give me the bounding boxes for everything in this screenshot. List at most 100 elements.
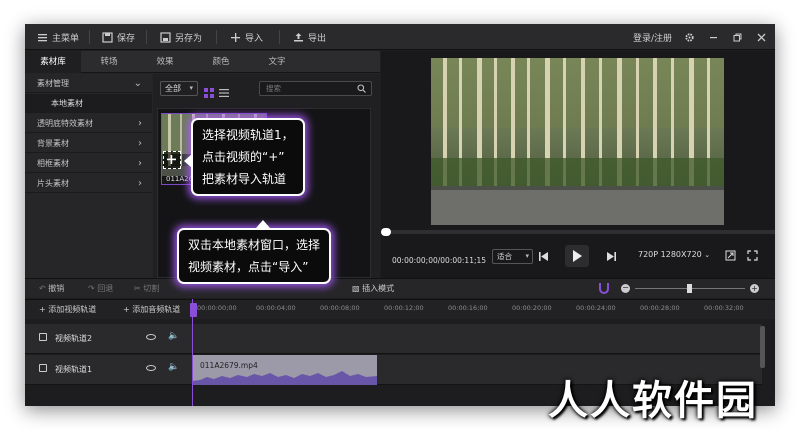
search-input[interactable]: 搜索 <box>259 81 372 96</box>
sidebar-item-label: 本地素材 <box>51 99 83 108</box>
clip-label: 011A2679.mp4 <box>200 361 258 370</box>
timeline-scrollbar[interactable] <box>760 326 765 368</box>
undo-label: 撤销 <box>48 284 65 293</box>
callout-import-hint: 双击本地素材窗口，选择 视频素材，点击“导入” <box>177 228 332 284</box>
fullscreen-icon[interactable] <box>747 250 758 261</box>
callout-line: 把素材导入轨道 <box>202 172 287 186</box>
track-name: 视频轨道1 <box>55 365 93 374</box>
tab-effects[interactable]: 效果 <box>137 51 193 73</box>
video-clip[interactable]: 011A2679.mp4 <box>192 355 377 385</box>
volume-icon[interactable]: 🔈 <box>168 331 179 341</box>
list-view-icon[interactable] <box>219 83 229 97</box>
zoom-in-icon[interactable]: + <box>750 284 759 293</box>
track-header-video2: 视频轨道2 🔈 <box>25 324 190 354</box>
sidebar-item-background[interactable]: 背景素材 › <box>25 134 152 153</box>
lock-icon[interactable] <box>39 333 47 341</box>
seek-bar[interactable] <box>381 228 775 236</box>
add-to-track-plus-icon[interactable] <box>163 151 181 169</box>
tab-materials[interactable]: 素材库 <box>25 51 81 73</box>
settings-button[interactable] <box>684 24 695 50</box>
sidebar-item-transparent[interactable]: 透明底特效素材 › <box>25 114 152 133</box>
chevron-down-icon: ▾ <box>189 84 193 92</box>
save-button[interactable]: 保存 <box>102 24 135 50</box>
play-button[interactable] <box>565 245 589 267</box>
filter-dropdown[interactable]: 全部 ▾ <box>160 81 198 96</box>
tab-text[interactable]: 文字 <box>249 51 305 73</box>
eye-icon[interactable] <box>146 365 156 371</box>
previous-frame-icon[interactable] <box>538 251 549 262</box>
close-icon <box>757 33 766 41</box>
ruler-tick: 00:00:20;00 <box>512 304 552 312</box>
sidebar-item-manage[interactable]: 素材管理 ⌄ <box>25 74 152 93</box>
editor-window: 主菜单 保存 另存为 导入 导出 登录/注册 素材库 转场 效果 颜色 文字 素… <box>25 24 775 406</box>
minimize-icon <box>710 36 717 38</box>
magnet-icon[interactable] <box>599 283 609 294</box>
import-button[interactable]: 导入 <box>230 24 263 50</box>
eye-icon[interactable] <box>146 334 156 340</box>
callout-add-to-track: 选择视频轨道1， 点击视频的“+” 把素材导入轨道 <box>191 118 305 196</box>
ruler-tick: 00:00:04;00 <box>256 304 296 312</box>
ruler-tick: 00:00:28;00 <box>640 304 680 312</box>
undo-button[interactable]: ↶ 撤销 <box>39 279 64 299</box>
tab-colors[interactable]: 颜色 <box>193 51 249 73</box>
zoom-out-icon[interactable]: − <box>621 284 630 293</box>
minimize-button[interactable] <box>708 24 719 50</box>
cut-button[interactable]: ✂ 切割 <box>134 279 159 299</box>
save-as-button[interactable]: 另存为 <box>160 24 202 50</box>
track-header-video1: 视频轨道1 🔈 <box>25 355 190 385</box>
redo-button[interactable]: ↷ 回退 <box>88 279 113 299</box>
callout-pointer <box>256 220 270 228</box>
sidebar-item-frame[interactable]: 相框素材 › <box>25 154 152 173</box>
panel-tabs: 素材库 转场 效果 颜色 文字 <box>25 51 380 73</box>
zoom-slider[interactable]: − + <box>621 279 761 299</box>
import-label: 导入 <box>245 33 264 44</box>
resolution-select[interactable]: 720P 1280X720 ⌄ <box>638 250 710 259</box>
track-lane-video2[interactable] <box>190 324 762 354</box>
track-name: 视频轨道2 <box>55 334 93 343</box>
ruler-tick: 00:00:00;00 <box>197 304 237 312</box>
grid-view-icon[interactable] <box>204 83 214 98</box>
chevron-down-icon: ▾ <box>525 252 529 260</box>
search-icon <box>357 84 366 93</box>
search-placeholder: 搜索 <box>266 84 281 93</box>
main-menu-label: 主菜单 <box>52 33 80 44</box>
zoom-handle[interactable] <box>687 284 692 293</box>
material-sidebar: 素材管理 ⌄ 本地素材 透明底特效素材 › 背景素材 › 相框素材 › 片头素材… <box>25 74 152 283</box>
seek-handle[interactable] <box>381 228 391 236</box>
add-video-track-button[interactable]: + 添加视频轨道 <box>39 300 96 320</box>
add-audio-track-button[interactable]: + 添加音频轨道 <box>123 300 180 320</box>
tab-transitions[interactable]: 转场 <box>81 51 137 73</box>
restore-button[interactable] <box>732 24 743 50</box>
save-as-label: 另存为 <box>175 33 203 44</box>
cut-label: 切割 <box>143 284 160 293</box>
sidebar-item-local[interactable]: 本地素材 <box>25 94 152 113</box>
timeline-toolbar: ↶ 撤销 ↷ 回退 ✂ 切割 ▧ 插入模式 − + <box>25 278 775 298</box>
play-icon <box>573 250 582 262</box>
restore-icon <box>733 33 742 41</box>
export-button[interactable]: 导出 <box>293 24 326 50</box>
close-button[interactable] <box>756 24 767 50</box>
lock-icon[interactable] <box>39 364 47 372</box>
insert-mode-button[interactable]: ▧ 插入模式 <box>352 279 394 299</box>
add-video-track-label: 添加视频轨道 <box>48 305 97 314</box>
thumbnail-label: 011A26 <box>166 175 194 183</box>
fit-dropdown[interactable]: 适合 ▾ <box>492 249 533 264</box>
fit-value: 适合 <box>497 252 512 261</box>
redo-icon: ↷ <box>88 284 95 293</box>
main-menu-button[interactable]: 主菜单 <box>37 24 79 50</box>
snapshot-icon[interactable] <box>725 250 736 261</box>
add-audio-track-label: 添加音频轨道 <box>132 305 181 314</box>
site-watermark: 人人软件园 <box>548 378 758 424</box>
timecode: 00:00:00;00/00:00:11;15 <box>392 256 487 265</box>
undo-icon: ↶ <box>39 284 46 293</box>
login-link[interactable]: 登录/注册 <box>633 24 672 50</box>
filter-value: 全部 <box>165 84 181 93</box>
preview-panel: 00:00:00;00/00:00:11;15 适合 ▾ 720P 1280X7… <box>381 51 775 283</box>
volume-icon[interactable]: 🔈 <box>168 362 179 372</box>
chevron-down-icon: ⌄ <box>704 251 711 259</box>
insert-mode-label: 插入模式 <box>362 284 395 293</box>
sidebar-item-intro[interactable]: 片头素材 › <box>25 174 152 193</box>
next-frame-icon[interactable] <box>606 251 617 262</box>
timeline-ruler[interactable]: + 添加视频轨道 + 添加音频轨道 00:00:00;00 00:00:04;0… <box>25 299 775 319</box>
chevron-right-icon: › <box>138 138 142 149</box>
